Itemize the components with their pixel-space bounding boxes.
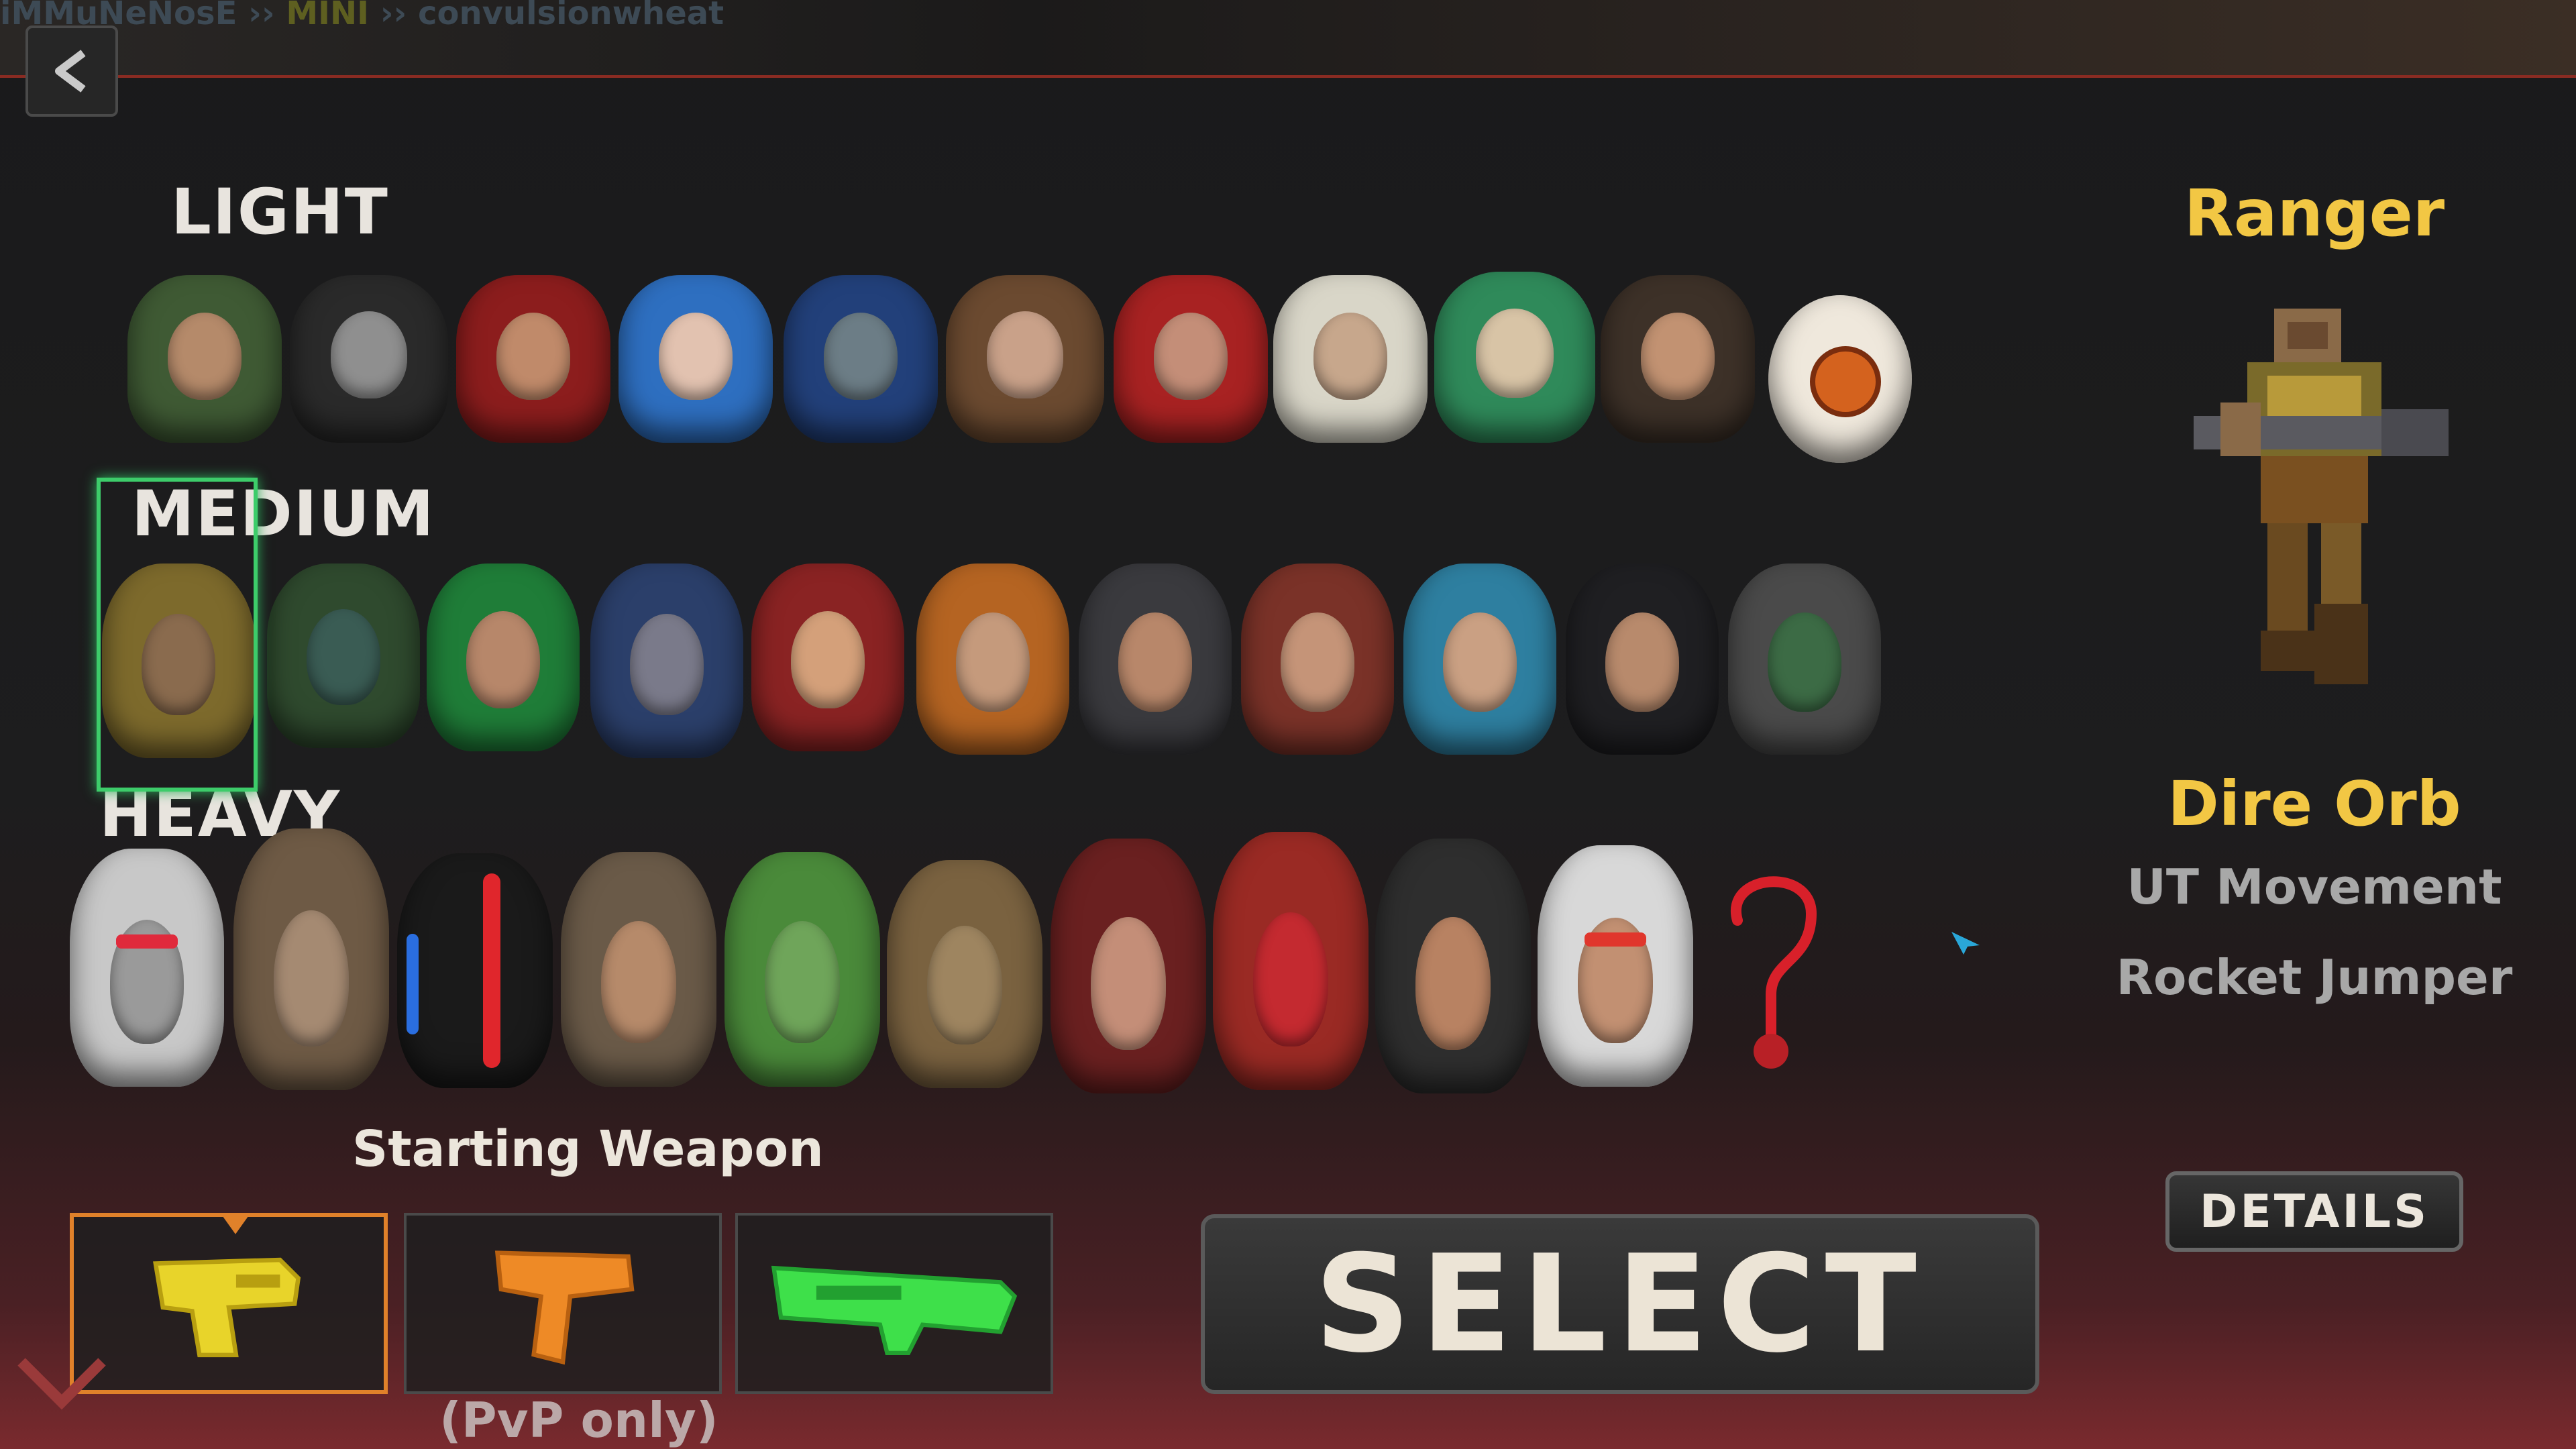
character-portrait[interactable] — [1241, 564, 1394, 755]
class-label-light: LIGHT — [171, 176, 389, 249]
weapon-slot-2[interactable] — [404, 1213, 722, 1394]
character-name: Ranger — [2184, 176, 2445, 251]
character-portrait[interactable] — [784, 275, 938, 443]
breadcrumb-separator: ›› — [237, 0, 286, 32]
perk-rocket-jumper: Rocket Jumper — [2116, 949, 2513, 1006]
character-portrait[interactable] — [916, 564, 1069, 755]
character-portrait[interactable] — [70, 849, 224, 1087]
character-portrait[interactable] — [751, 564, 904, 751]
yellow-blaster-icon — [153, 1257, 301, 1357]
character-portrait[interactable] — [1273, 275, 1428, 443]
character-portrait[interactable] — [1213, 832, 1368, 1090]
starting-weapon-title: Starting Weapon — [352, 1120, 824, 1178]
character-portrait[interactable] — [427, 564, 580, 751]
character-portrait[interactable] — [619, 275, 773, 443]
character-portrait[interactable] — [1079, 564, 1232, 755]
hook-portrait[interactable] — [1711, 860, 1831, 1075]
character-portrait[interactable] — [1538, 845, 1693, 1087]
weapon-slot-1[interactable] — [70, 1213, 388, 1394]
character-portrait[interactable] — [233, 828, 389, 1090]
character-portrait[interactable] — [1375, 839, 1531, 1093]
back-button[interactable] — [25, 25, 118, 117]
character-portrait[interactable] — [1434, 272, 1595, 443]
character-portrait[interactable] — [887, 860, 1042, 1088]
breadcrumb-mode: MINI — [286, 0, 370, 32]
red-light-icon — [483, 873, 500, 1068]
blue-light-icon — [407, 934, 419, 1034]
perk-ut-movement: UT Movement — [2127, 859, 2502, 915]
selected-character-frame — [97, 478, 258, 792]
select-button[interactable]: SELECT — [1201, 1214, 2039, 1394]
character-portrait[interactable] — [561, 852, 716, 1087]
details-button[interactable]: DETAILS — [2165, 1171, 2463, 1252]
character-portrait[interactable] — [1601, 275, 1755, 443]
breadcrumb-separator: ›› — [369, 0, 419, 32]
back-arrow-icon — [55, 50, 86, 93]
breadcrumb-map: convulsionwheat — [418, 0, 724, 32]
character-portrait[interactable] — [267, 564, 420, 748]
eye-iris-icon — [1810, 346, 1881, 417]
character-portrait[interactable] — [290, 275, 448, 443]
hook-icon — [1730, 876, 1817, 1069]
chevron-down-icon[interactable] — [15, 1348, 109, 1422]
character-portrait[interactable] — [397, 853, 553, 1088]
character-portrait[interactable] — [946, 275, 1104, 443]
character-preview-sprite — [2194, 309, 2449, 684]
character-portrait[interactable] — [590, 564, 743, 758]
character-portrait[interactable] — [1114, 275, 1268, 443]
mouse-cursor-icon — [1951, 932, 1980, 955]
character-portrait[interactable] — [1566, 564, 1719, 755]
orange-pistol-icon — [494, 1250, 635, 1364]
character-portrait[interactable] — [1403, 564, 1556, 755]
character-portrait[interactable] — [127, 275, 282, 443]
character-portrait[interactable] — [456, 275, 610, 443]
weapon-slot-3[interactable] — [735, 1213, 1053, 1394]
pvp-only-note: (PvP only) — [439, 1392, 718, 1448]
ability-name: Dire Orb — [2167, 768, 2461, 840]
selected-arrow-icon — [220, 1213, 251, 1234]
character-portrait[interactable] — [1728, 564, 1881, 755]
character-portrait[interactable] — [1051, 839, 1206, 1093]
green-rifle-icon — [771, 1265, 1018, 1356]
character-portrait[interactable] — [724, 852, 880, 1087]
eyeball-portrait[interactable] — [1768, 295, 1912, 463]
